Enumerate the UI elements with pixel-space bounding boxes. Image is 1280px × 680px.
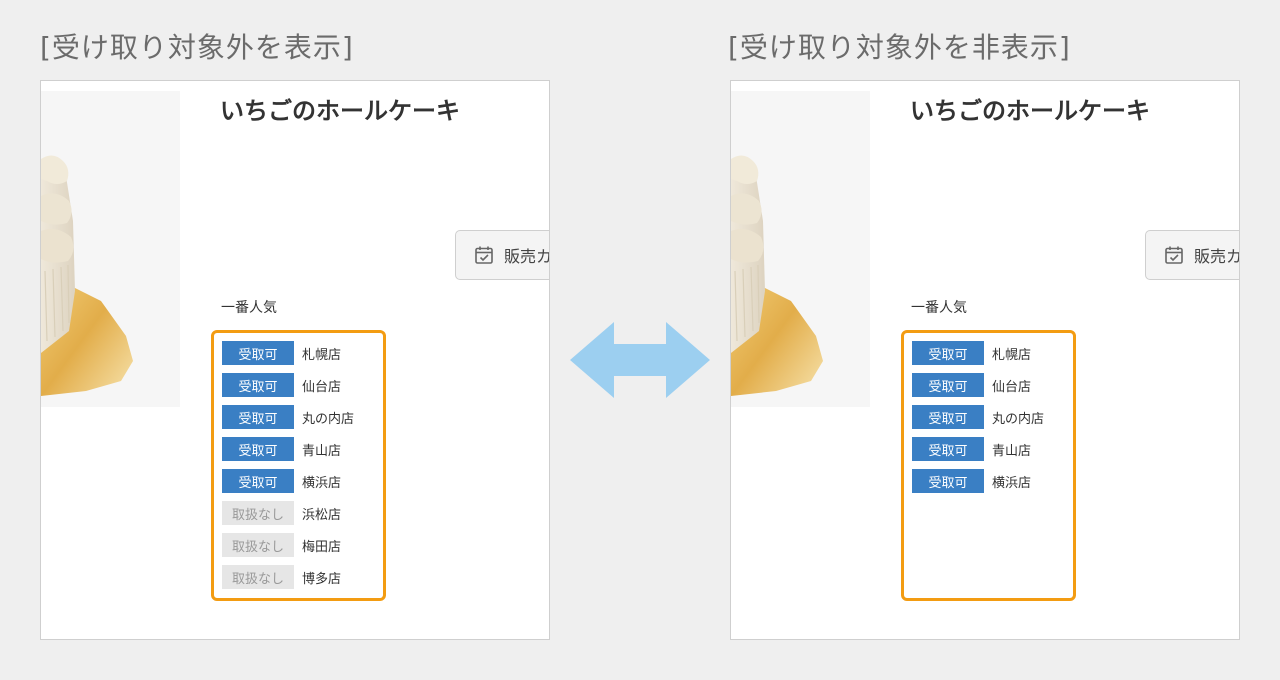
store-row: 受取可 札幌店 <box>222 341 341 365</box>
left-product-panel: いちごのホールケーキ 販売カレンダー 一番人気 受取可 札幌店 受取可 仙台店 … <box>40 80 550 640</box>
store-name: 梅田店 <box>302 539 342 555</box>
store-name: 仙台店 <box>992 379 1032 395</box>
pickup-status-badge: 受取可 <box>912 437 984 461</box>
store-name: 札幌店 <box>302 347 342 363</box>
store-name: 博多店 <box>302 571 342 587</box>
store-list: 受取可 札幌店 受取可 仙台店 受取可 丸の内店 受取可 青山店 受取可 横浜店 <box>901 330 1076 601</box>
store-row: 受取可 青山店 <box>912 437 1031 461</box>
store-row: 受取可 仙台店 <box>912 373 1031 397</box>
calendar-check-icon <box>475 246 493 264</box>
pickup-status-badge: 受取可 <box>222 405 294 429</box>
cake-image <box>731 91 870 407</box>
not-handled-status-badge: 取扱なし <box>222 565 294 589</box>
calendar-check-icon <box>1165 246 1183 264</box>
store-row: 受取可 仙台店 <box>222 373 341 397</box>
store-list: 受取可 札幌店 受取可 仙台店 受取可 丸の内店 受取可 青山店 受取可 横浜店… <box>211 330 386 601</box>
store-name: 横浜店 <box>302 475 342 491</box>
pickup-status-badge: 受取可 <box>222 437 294 461</box>
product-title: いちごのホールケーキ <box>220 97 460 125</box>
popular-label: 一番人気 <box>911 300 967 316</box>
pickup-status-badge: 受取可 <box>912 469 984 493</box>
sales-calendar-button[interactable]: 販売カレンダー <box>455 230 550 280</box>
store-name: 青山店 <box>992 443 1032 459</box>
sales-calendar-label: 販売カレンダー <box>504 247 550 266</box>
popular-label: 一番人気 <box>221 300 277 316</box>
product-title: いちごのホールケーキ <box>910 97 1150 125</box>
store-row: 取扱なし 梅田店 <box>222 533 341 557</box>
not-handled-status-badge: 取扱なし <box>222 501 294 525</box>
right-product-panel: いちごのホールケーキ 販売カレンダー 一番人気 受取可 札幌店 受取可 仙台店 … <box>730 80 1240 640</box>
pickup-status-badge: 受取可 <box>222 341 294 365</box>
not-handled-status-badge: 取扱なし <box>222 533 294 557</box>
store-name: 横浜店 <box>992 475 1032 491</box>
store-name: 青山店 <box>302 443 342 459</box>
right-panel-heading: [受け取り対象外を非表示] <box>728 31 1071 64</box>
pickup-status-badge: 受取可 <box>912 341 984 365</box>
store-name: 仙台店 <box>302 379 342 395</box>
store-name: 浜松店 <box>302 507 342 523</box>
pickup-status-badge: 受取可 <box>912 405 984 429</box>
store-row: 取扱なし 浜松店 <box>222 501 341 525</box>
store-row: 受取可 丸の内店 <box>222 405 354 429</box>
store-name: 札幌店 <box>992 347 1032 363</box>
sales-calendar-label: 販売カレンダー <box>1194 247 1240 266</box>
store-row: 受取可 横浜店 <box>912 469 1031 493</box>
store-row: 受取可 丸の内店 <box>912 405 1044 429</box>
pickup-status-badge: 受取可 <box>222 373 294 397</box>
cake-image <box>41 91 180 407</box>
store-row: 受取可 札幌店 <box>912 341 1031 365</box>
left-panel-heading: [受け取り対象外を表示] <box>40 31 354 64</box>
sales-calendar-button[interactable]: 販売カレンダー <box>1145 230 1240 280</box>
store-row: 取扱なし 博多店 <box>222 565 341 589</box>
store-name: 丸の内店 <box>302 411 355 427</box>
store-row: 受取可 青山店 <box>222 437 341 461</box>
store-name: 丸の内店 <box>992 411 1045 427</box>
store-row: 受取可 横浜店 <box>222 469 341 493</box>
pickup-status-badge: 受取可 <box>912 373 984 397</box>
double-arrow-icon <box>570 322 710 398</box>
pickup-status-badge: 受取可 <box>222 469 294 493</box>
